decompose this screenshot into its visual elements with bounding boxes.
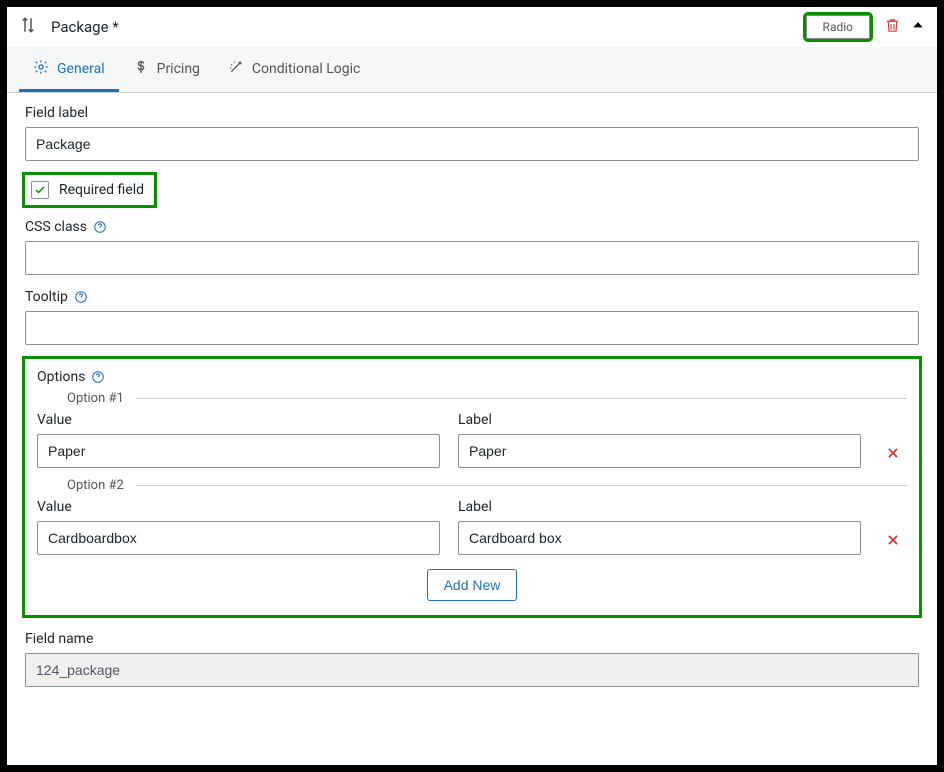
option-remove-button[interactable] [879, 533, 907, 555]
option-label-input[interactable] [458, 434, 861, 468]
collapse-toggle[interactable] [911, 18, 925, 36]
option-value-label: Value [37, 499, 440, 515]
help-icon[interactable] [93, 220, 107, 234]
css-class-label: CSS class [25, 219, 87, 235]
tabs: General Pricing Conditional Logic [7, 47, 937, 93]
option-label-label: Label [458, 499, 861, 515]
field-name-input [25, 653, 919, 687]
option-legend: Option #1 [59, 391, 132, 406]
tooltip-input[interactable] [25, 311, 919, 345]
option-value-input[interactable] [37, 521, 440, 555]
option-value-label: Value [37, 412, 440, 428]
field-name-row: Field name [25, 631, 919, 687]
tab-conditional-label: Conditional Logic [252, 61, 360, 77]
tab-general[interactable]: General [19, 47, 119, 92]
field-label-label: Field label [25, 105, 88, 121]
css-class-row: CSS class [25, 219, 919, 275]
required-label: Required field [59, 182, 144, 198]
required-checkbox[interactable] [31, 181, 49, 199]
tooltip-label: Tooltip [25, 289, 68, 305]
option-legend: Option #2 [59, 478, 132, 493]
help-icon[interactable] [74, 290, 88, 304]
tab-conditional[interactable]: Conditional Logic [214, 47, 374, 92]
tab-general-label: General [57, 61, 105, 77]
options-title: Options [37, 369, 85, 385]
option-label-input[interactable] [458, 521, 861, 555]
option-remove-button[interactable] [879, 446, 907, 468]
magic-wand-icon [228, 59, 244, 79]
help-icon[interactable] [91, 370, 105, 384]
field-title: Package * [51, 18, 119, 36]
field-label-input[interactable] [25, 127, 919, 161]
field-label-row: Field label [25, 105, 919, 161]
tab-pricing-label: Pricing [157, 61, 200, 77]
tooltip-row: Tooltip [25, 289, 919, 345]
field-header: Package * Radio [7, 7, 937, 47]
delete-field-button[interactable] [884, 17, 901, 38]
field-type-badge: Radio [806, 15, 870, 39]
css-class-input[interactable] [25, 241, 919, 275]
option-1: Option #1 Value Label [37, 391, 907, 468]
options-section: Options Option #1 Value Label [25, 359, 919, 615]
gear-icon [33, 59, 49, 79]
add-new-option-button[interactable]: Add New [427, 569, 518, 601]
tab-pricing[interactable]: Pricing [119, 47, 214, 92]
option-2: Option #2 Value Label [37, 478, 907, 555]
field-name-label: Field name [25, 631, 93, 647]
drag-handle-icon[interactable] [19, 16, 37, 38]
option-label-label: Label [458, 412, 861, 428]
option-value-input[interactable] [37, 434, 440, 468]
dollar-icon [133, 59, 149, 79]
required-field-row[interactable]: Required field [25, 175, 154, 205]
